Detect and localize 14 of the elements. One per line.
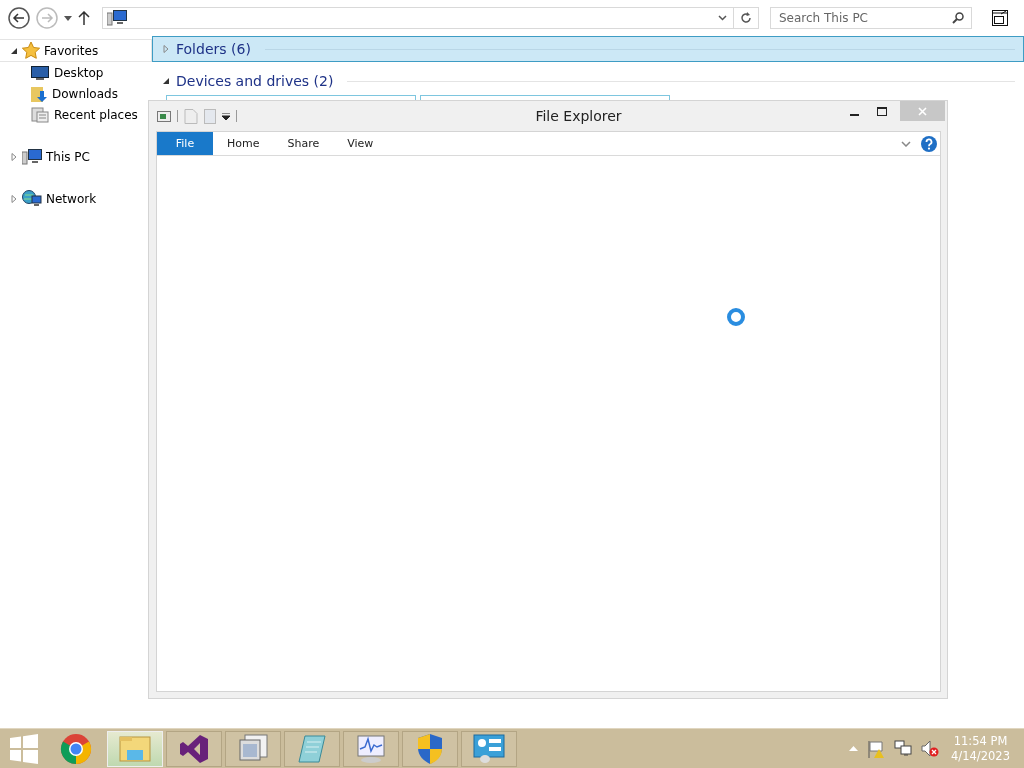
- tree-item[interactable]: Network: [46, 191, 97, 206]
- tree-item[interactable]: Recent places: [54, 107, 138, 122]
- search-field[interactable]: Search This PC: [770, 7, 972, 29]
- tree-item[interactable]: This PC: [46, 149, 90, 164]
- group-title[interactable]: Devices and drives (2): [176, 73, 334, 89]
- ribbon-tab[interactable]: Share: [273, 132, 334, 155]
- ribbon-tab[interactable]: Home: [213, 132, 274, 155]
- group-title[interactable]: Folders (6): [176, 41, 251, 57]
- tree-item[interactable]: Desktop: [54, 65, 104, 80]
- ribbon-tab[interactable]: View: [333, 132, 388, 155]
- window-title: File Explorer: [535, 108, 622, 124]
- tree-item[interactable]: Downloads: [52, 86, 118, 101]
- group-header[interactable]: Folders (6): [152, 36, 1024, 62]
- ribbon-tab[interactable]: File: [157, 132, 213, 155]
